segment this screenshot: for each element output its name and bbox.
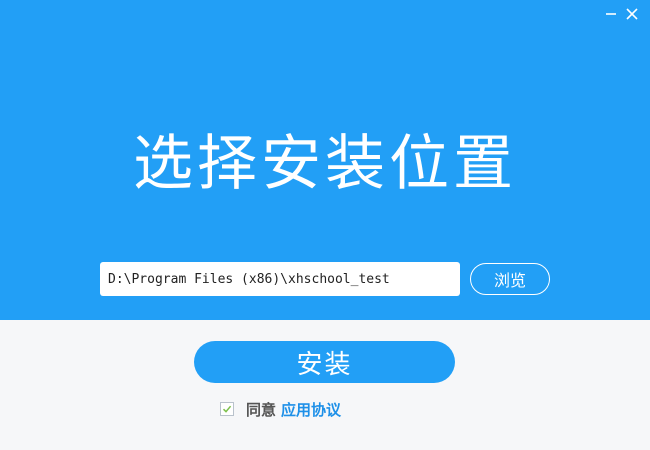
browse-button[interactable]: 浏览 (470, 263, 550, 295)
agreement-link[interactable]: 应用协议 (281, 399, 341, 420)
minimize-button[interactable] (601, 4, 621, 24)
check-icon (222, 405, 232, 413)
install-button[interactable]: 安装 (194, 341, 455, 383)
agreement-label: 同意 (246, 400, 277, 419)
install-path-input[interactable] (100, 262, 460, 296)
installer-window: 选择安装位置 浏览 安装 同意 应用协议 (0, 0, 650, 450)
close-icon (626, 8, 638, 20)
close-button[interactable] (622, 4, 642, 24)
minimize-icon (606, 13, 616, 15)
page-title: 选择安装位置 (133, 129, 517, 199)
agreement-checkbox[interactable] (220, 402, 234, 416)
header-panel: 选择安装位置 浏览 (0, 0, 650, 320)
agreement-row: 同意 应用协议 (220, 398, 341, 420)
